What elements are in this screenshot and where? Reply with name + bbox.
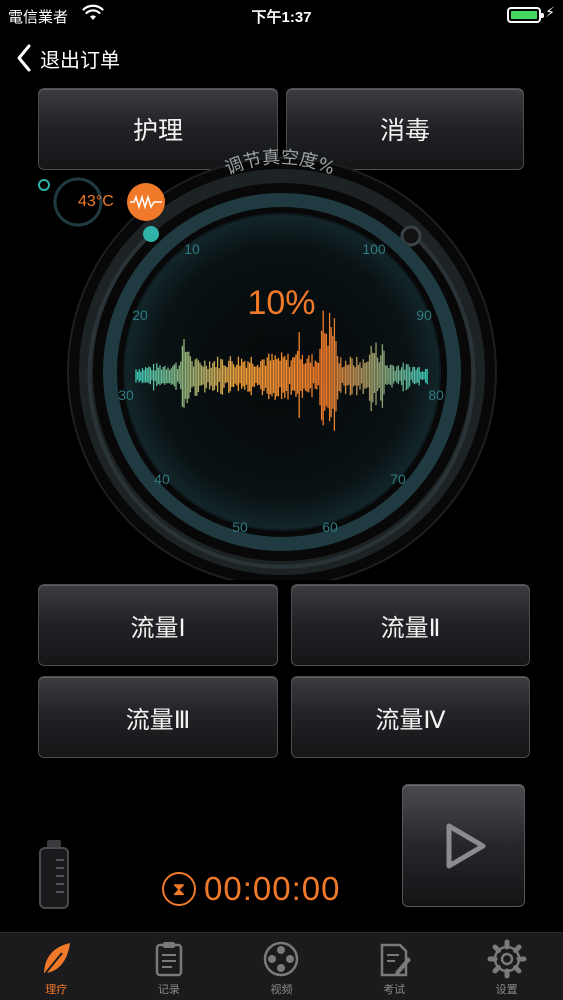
back-label: 退出订单 (40, 49, 120, 72)
tab-bar: 理疗 记录 视频 考试 设置 (0, 932, 563, 1000)
back-button[interactable]: 退出订单 (14, 40, 120, 76)
start-button[interactable] (402, 784, 525, 907)
clock: 下午1:37 (251, 9, 312, 26)
tick-label-50: 50 (232, 519, 248, 535)
session-timer: ⧗ 00:00:00 (162, 870, 340, 908)
tab-settings-label: 设置 (495, 984, 518, 996)
tick-label-60: 60 (322, 519, 338, 535)
exam-pen-icon (380, 943, 412, 977)
play-icon (446, 823, 485, 868)
tick-label-10: 10 (184, 241, 200, 257)
tick-label-80: 80 (428, 387, 444, 403)
flow-1-label: 流量Ⅰ (130, 614, 186, 642)
hourglass-icon: ⧗ (162, 872, 196, 906)
tab-video[interactable]: 视频 (225, 933, 338, 1000)
temperature-badge (38, 177, 165, 227)
flow-1-button[interactable]: 流量Ⅰ (38, 584, 278, 666)
battery-icon (507, 7, 544, 23)
chevron-left-icon (17, 44, 31, 72)
tab-exam-label: 考试 (383, 984, 406, 996)
flow-3-label: 流量Ⅲ (125, 706, 191, 734)
flow-3-button[interactable]: 流量Ⅲ (38, 676, 278, 758)
tick-label-40: 40 (154, 471, 170, 487)
flow-4-button[interactable]: 流量Ⅳ (291, 676, 530, 758)
tab-records[interactable]: 记录 (113, 933, 226, 1000)
tab-settings[interactable]: 设置 (450, 933, 563, 1000)
clipboard-icon (155, 942, 183, 977)
vacuum-percent-value: 10% (247, 284, 316, 322)
tab-therapy-label: 理疗 (45, 984, 68, 996)
flow-4-label: 流量Ⅳ (375, 706, 446, 734)
tick-label-70: 70 (390, 471, 406, 487)
tab-video-label: 视频 (270, 984, 293, 996)
tab-therapy[interactable]: 理疗 (0, 933, 113, 1000)
flow-2-label: 流量Ⅱ (380, 614, 441, 642)
temperature-value: 43°C (78, 193, 114, 210)
flow-2-button[interactable]: 流量Ⅱ (291, 584, 530, 666)
status-bar: 電信業者 下午1:37 ⚡ (0, 0, 563, 30)
bottle-level-icon (39, 840, 69, 909)
charging-icon: ⚡ (545, 4, 555, 20)
tab-exam[interactable]: 考试 (338, 933, 451, 1000)
film-reel-icon (264, 941, 299, 977)
tick-label-30: 30 (118, 387, 134, 403)
tab-records-label: 记录 (157, 984, 180, 996)
gear-icon (487, 939, 527, 979)
tick-label-100: 100 (362, 241, 386, 257)
timer-value: 00:00:00 (204, 870, 341, 907)
leaf-icon (43, 943, 71, 976)
